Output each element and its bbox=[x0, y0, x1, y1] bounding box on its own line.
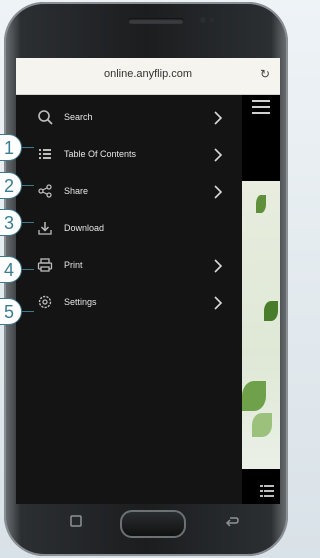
phone-nav-bar bbox=[16, 508, 280, 548]
reload-icon[interactable]: ↻ bbox=[260, 67, 270, 81]
callout-number: 1 bbox=[3, 138, 14, 158]
menu-item-label: Download bbox=[64, 223, 105, 233]
chevron-right-icon bbox=[212, 109, 224, 127]
share-icon bbox=[36, 183, 54, 201]
callout-number: 2 bbox=[3, 176, 14, 196]
menu-item-share[interactable]: Share bbox=[16, 175, 242, 211]
browser-url-bar[interactable]: online.anyflip.com ↻ bbox=[16, 58, 280, 95]
leaf-decoration bbox=[256, 195, 266, 213]
callout-line bbox=[22, 185, 34, 186]
chevron-right-icon bbox=[212, 294, 224, 312]
page-image bbox=[242, 181, 280, 469]
print-icon bbox=[36, 257, 54, 275]
menu-item-print[interactable]: Print bbox=[16, 249, 242, 285]
back-icon[interactable] bbox=[224, 514, 240, 528]
sensor bbox=[210, 18, 214, 22]
home-button[interactable] bbox=[120, 510, 186, 538]
callout-number: 3 bbox=[3, 213, 14, 233]
menu-item-label: Table Of Contents bbox=[64, 149, 137, 159]
list-icon bbox=[36, 146, 54, 164]
menu-item-label: Share bbox=[64, 186, 89, 196]
callout-line bbox=[22, 147, 34, 148]
side-menu: Search Table Of Contents Share Download … bbox=[16, 95, 242, 504]
menu-item-table-of-contents[interactable]: Table Of Contents bbox=[16, 138, 242, 174]
menu-item-label: Print bbox=[64, 260, 83, 270]
search-icon bbox=[36, 109, 54, 127]
front-camera bbox=[200, 17, 206, 23]
leaf-decoration bbox=[264, 301, 278, 321]
url-text[interactable]: online.anyflip.com bbox=[16, 68, 280, 80]
menu-item-settings[interactable]: Settings bbox=[16, 286, 242, 322]
chevron-right-icon bbox=[212, 146, 224, 164]
callout-line bbox=[22, 269, 34, 270]
callout-line bbox=[22, 311, 34, 312]
menu-hamburger-icon[interactable] bbox=[252, 100, 270, 114]
gear-icon bbox=[36, 294, 54, 312]
leaf-decoration bbox=[242, 381, 266, 411]
download-icon bbox=[36, 220, 54, 238]
menu-item-download[interactable]: Download bbox=[16, 212, 242, 248]
flipbook-page-preview[interactable] bbox=[242, 95, 280, 504]
menu-item-label: Settings bbox=[64, 297, 97, 307]
chevron-right-icon bbox=[212, 183, 224, 201]
leaf-decoration bbox=[252, 413, 272, 437]
menu-item-label: Search bbox=[64, 112, 93, 122]
chevron-right-icon bbox=[212, 257, 224, 275]
recent-apps-icon[interactable] bbox=[68, 514, 84, 528]
screen: online.anyflip.com ↻ Search Table Of Con… bbox=[16, 58, 280, 504]
callout-number: 5 bbox=[3, 302, 14, 322]
thumbnails-icon[interactable] bbox=[260, 484, 274, 498]
callout-number: 4 bbox=[3, 260, 14, 280]
earpiece-speaker bbox=[128, 18, 184, 24]
callout-line bbox=[22, 222, 34, 223]
menu-item-search[interactable]: Search bbox=[16, 101, 242, 137]
